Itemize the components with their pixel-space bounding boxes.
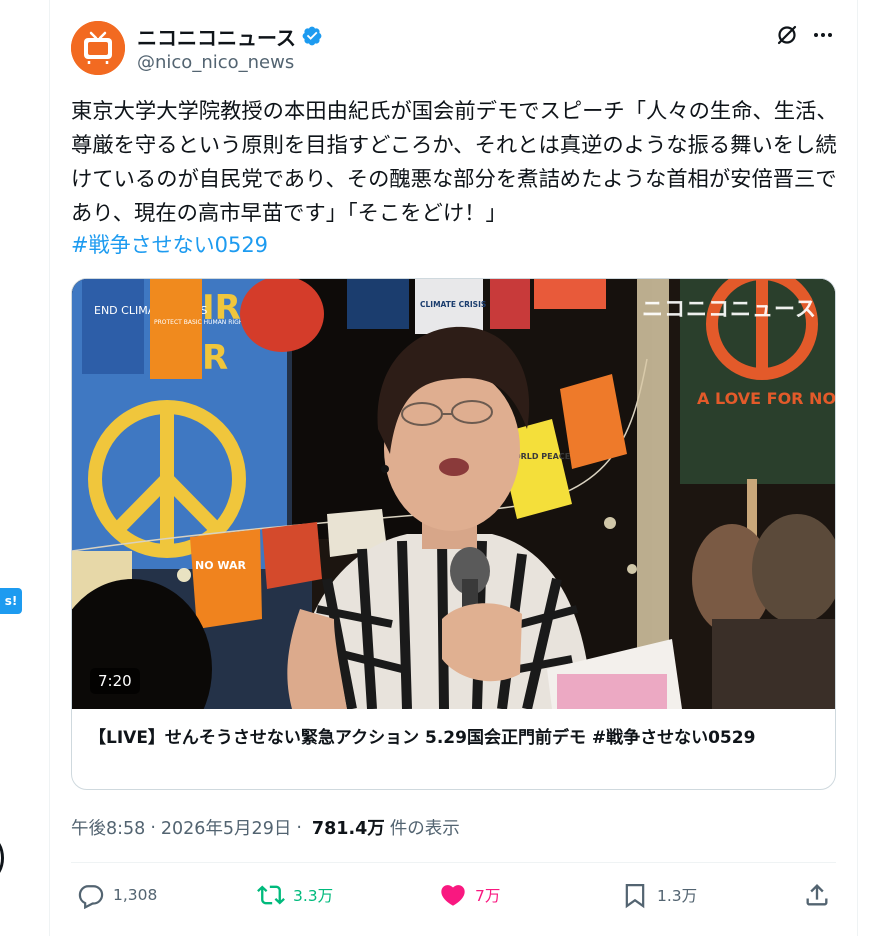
reply-icon <box>78 885 104 909</box>
post-date[interactable]: 2026年5月29日 <box>161 815 291 840</box>
bookmark-icon <box>625 883 645 909</box>
protect-rights-flag-text: PROTECT BASIC HUMAN RIGHTS <box>154 319 251 326</box>
niconico-tv-logo-icon <box>71 21 125 75</box>
like-button[interactable]: 7万 <box>439 877 500 913</box>
card-title[interactable]: 【LIVE】せんそうさせない緊急アクション 5.29国会正門前デモ #戦争させな… <box>89 724 824 752</box>
reply-count: 1,308 <box>113 886 158 904</box>
author-display-name[interactable]: ニコニコニュース <box>137 22 296 51</box>
climate-crisis-flag-text: CLIMATE CRISIS <box>420 300 486 309</box>
video-link-card[interactable]: IR R END CLIMATE CRISIS PROTECT BASIC HU… <box>71 278 836 790</box>
video-duration-badge: 7:20 <box>90 668 140 694</box>
banner-letters-2: R <box>202 338 228 378</box>
bookmark-count: 1.3万 <box>657 887 698 905</box>
share-button[interactable] <box>803 877 831 913</box>
post-hashtag[interactable]: #戦争させない0529 <box>71 228 268 262</box>
author-avatar[interactable] <box>71 21 125 75</box>
meta-separator-2: · <box>296 817 302 838</box>
author-handle[interactable]: @nico_nico_news <box>137 52 294 73</box>
post-text: 東京大学大学院教授の本田由紀氏が国会前デモでスピーチ「人々の生命、生活、尊厳を守… <box>71 99 838 226</box>
retweet-icon <box>257 885 285 905</box>
heart-filled-icon <box>441 885 465 906</box>
niconico-news-watermark: ニコニコニュース <box>642 297 817 321</box>
retweet-count: 3.3万 <box>293 887 334 905</box>
post-time[interactable]: 午後8:58 <box>71 815 145 840</box>
post-actions-bar: 1,308 3.3万 7万 1.3万 <box>71 877 836 913</box>
edge-badge[interactable]: s! <box>0 588 22 614</box>
more-options-icon[interactable] <box>811 23 835 47</box>
like-count: 7万 <box>475 887 501 905</box>
edge-avatar-partial[interactable] <box>0 838 4 878</box>
column-border-left <box>49 0 50 936</box>
column-border-right <box>857 0 858 936</box>
grok-icon[interactable] <box>775 23 799 47</box>
author-name-row[interactable]: ニコニコニュース <box>137 21 323 51</box>
video-thumbnail[interactable]: IR R END CLIMATE CRISIS PROTECT BASIC HU… <box>72 279 836 709</box>
meta-separator: · <box>150 817 156 838</box>
actions-divider <box>71 862 836 863</box>
reply-button[interactable]: 1,308 <box>77 877 157 913</box>
views-count: 781.4万 <box>311 819 385 839</box>
no-war-flag-text: NO WAR <box>195 559 247 572</box>
verified-badge-icon <box>302 26 322 46</box>
protest-scene-image: IR R END CLIMATE CRISIS PROTECT BASIC HU… <box>72 279 836 709</box>
love-for-peace-sign-text: A LOVE FOR NO.9 AND PEACE <box>697 389 836 408</box>
bookmark-button[interactable]: 1.3万 <box>621 877 697 913</box>
post-meta: 午後8:58 · 2026年5月29日 · 781.4万 件の表示 <box>71 815 460 840</box>
retweet-button[interactable]: 3.3万 <box>257 877 333 913</box>
views-label: 件の表示 <box>389 819 460 839</box>
share-icon <box>806 884 828 906</box>
